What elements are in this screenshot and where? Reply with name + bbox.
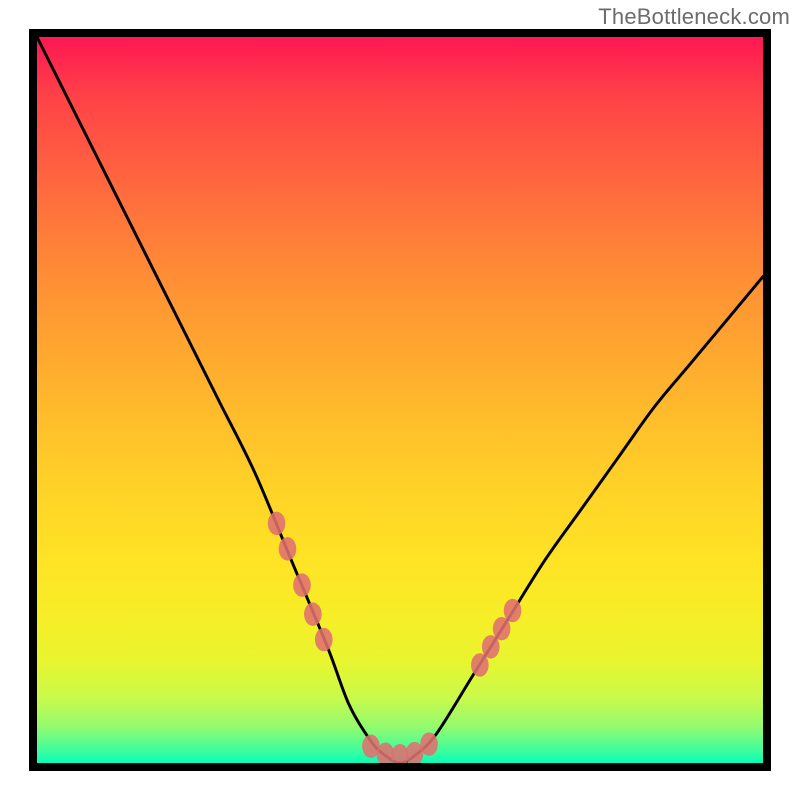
curve-marker bbox=[377, 743, 395, 763]
curve-marker bbox=[304, 602, 322, 625]
curve-marker bbox=[293, 573, 311, 596]
curve-marker bbox=[362, 735, 380, 758]
curve-marker bbox=[504, 599, 522, 622]
curve-marker bbox=[493, 617, 511, 640]
curve-marker bbox=[406, 742, 424, 763]
curve-marker bbox=[315, 628, 333, 651]
curve-marker bbox=[279, 537, 297, 560]
watermark-text: TheBottleneck.com bbox=[598, 4, 790, 30]
bottleneck-curve bbox=[37, 37, 763, 763]
curve-marker bbox=[471, 653, 489, 676]
curve-marker bbox=[420, 732, 438, 755]
curve-marker bbox=[391, 744, 409, 763]
curve-marker bbox=[482, 635, 500, 658]
plot-area bbox=[29, 29, 771, 771]
curve-marker bbox=[268, 512, 286, 535]
chart-frame: TheBottleneck.com bbox=[0, 0, 800, 800]
curve-svg bbox=[37, 37, 763, 763]
curve-markers bbox=[268, 512, 522, 763]
